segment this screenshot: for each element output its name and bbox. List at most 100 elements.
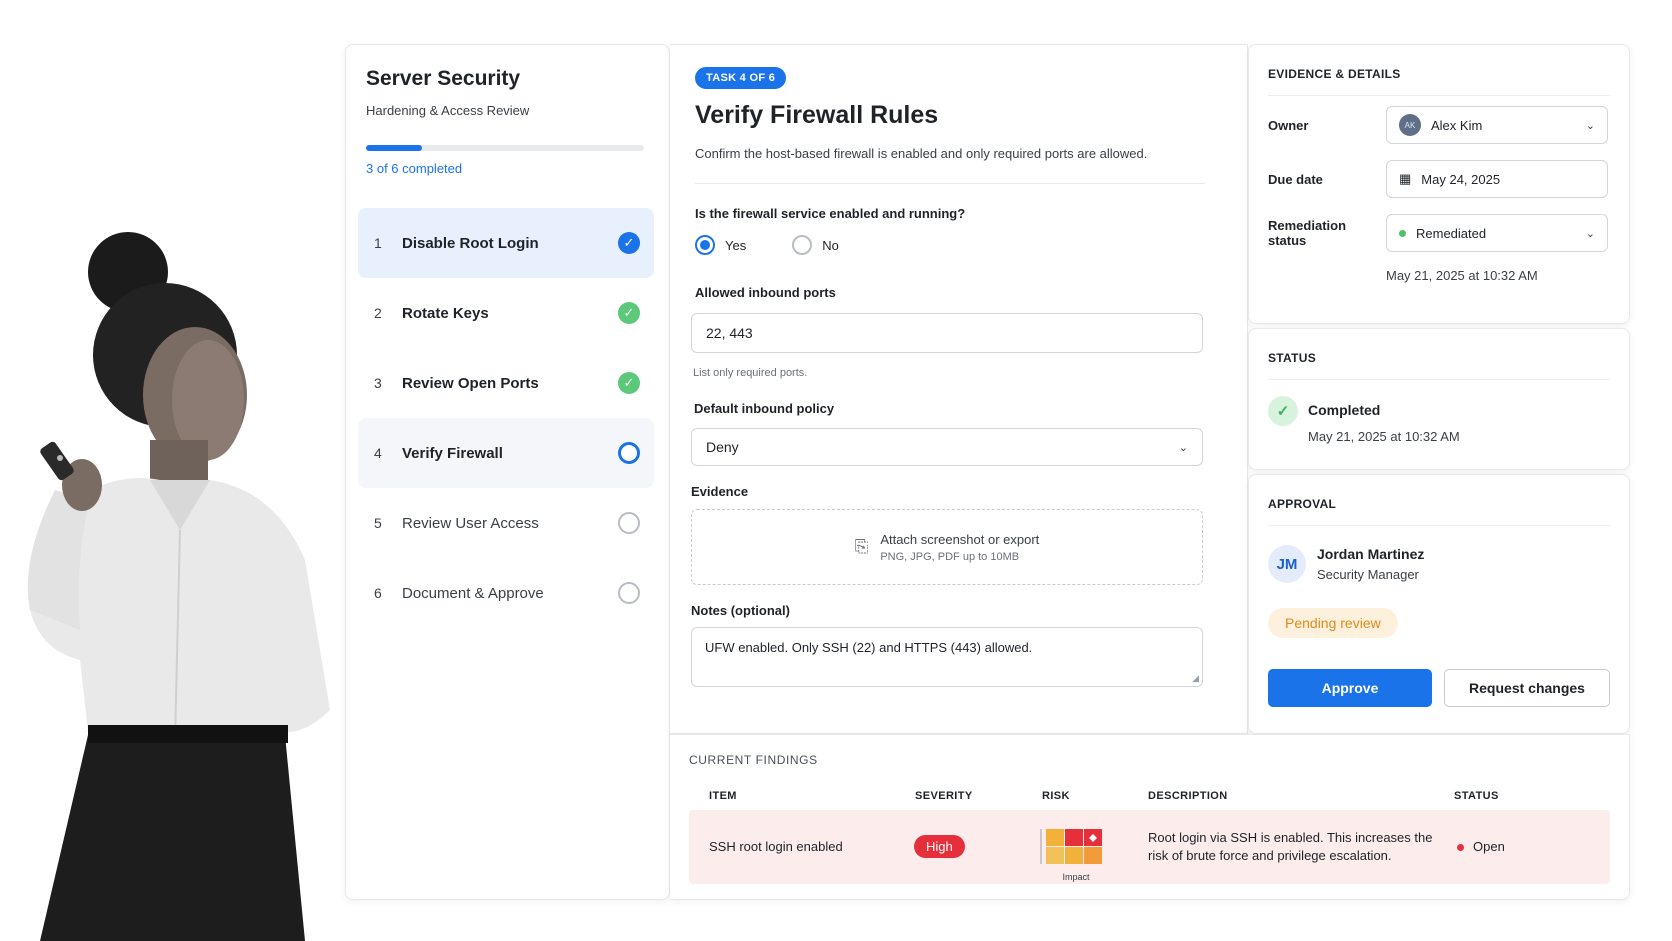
- severity-badge: High: [914, 835, 965, 858]
- task-sidebar: Server Security Hardening & Access Revie…: [345, 44, 670, 900]
- ports-input-value: 22, 443: [706, 325, 753, 341]
- firewall-enabled-question: Is the firewall service enabled and runn…: [695, 206, 966, 221]
- progress-text: 3 of 6 completed: [366, 161, 463, 176]
- task-form: TASK 4 OF 6 Verify Firewall Rules Confir…: [670, 44, 1248, 734]
- request-changes-button[interactable]: Request changes: [1444, 669, 1610, 707]
- column-header-risk: RISK: [1042, 790, 1070, 802]
- chevron-down-icon: ⌄: [1585, 227, 1595, 240]
- step-label: Document & Approve: [402, 584, 544, 602]
- evidence-section-title: EVIDENCE & DETAILS: [1268, 67, 1401, 81]
- radio-unchecked-icon: [792, 235, 813, 255]
- divider: [1268, 525, 1610, 526]
- policy-select[interactable]: Deny ⌄: [691, 428, 1203, 466]
- step-item-disable-root-login[interactable]: 1 Disable Root Login ✓: [358, 208, 654, 278]
- project-title: Server Security: [366, 67, 521, 90]
- project-subtitle: Hardening & Access Review: [366, 103, 530, 118]
- notes-textarea[interactable]: UFW enabled. Only SSH (22) and HTTPS (44…: [691, 627, 1203, 687]
- ports-input[interactable]: 22, 443: [691, 313, 1203, 353]
- finding-item: SSH root login enabled: [709, 839, 843, 854]
- step-label: Verify Firewall: [402, 444, 503, 462]
- step-label: Disable Root Login: [402, 234, 539, 252]
- remediation-timestamp: May 21, 2025 at 10:32 AM: [1386, 268, 1538, 283]
- approver-role: Security Manager: [1317, 567, 1419, 582]
- notes-value: UFW enabled. Only SSH (22) and HTTPS (44…: [705, 640, 1033, 655]
- chevron-down-icon: ⌄: [1178, 441, 1188, 454]
- remediation-value: Remediated: [1416, 225, 1487, 241]
- status-value: Completed: [1308, 402, 1381, 418]
- step-item-review-open-ports[interactable]: 3 Review Open Ports ✓: [358, 348, 654, 418]
- avatar: AK: [1399, 114, 1421, 136]
- step-number: 2: [374, 305, 382, 321]
- due-date-row: Due date ▦ May 24, 2025: [1268, 160, 1610, 198]
- divider: [1268, 95, 1610, 96]
- chevron-down-icon: ⌄: [1585, 119, 1595, 132]
- status-dot-icon: [1399, 229, 1406, 237]
- remediation-select[interactable]: Remediated ⌄: [1386, 214, 1608, 252]
- risk-matrix: Impact: [1034, 827, 1106, 882]
- remediation-row: Remediation status Remediated ⌄: [1268, 214, 1610, 252]
- pending-circle-icon: [618, 582, 640, 604]
- divider: [1268, 379, 1610, 380]
- due-date-value: May 24, 2025: [1421, 171, 1501, 187]
- step-number: 4: [374, 445, 382, 461]
- divider: [695, 183, 1205, 184]
- dropzone-formats: PNG, JPG, PDF up to 10MB: [880, 550, 1020, 563]
- finding-status-value: Open: [1473, 839, 1505, 854]
- status-dot-icon: [1457, 844, 1464, 852]
- progress-bar: [366, 145, 644, 151]
- status-section-title: STATUS: [1268, 351, 1317, 365]
- owner-select[interactable]: AK Alex Kim ⌄: [1386, 106, 1608, 144]
- column-header-severity: SEVERITY: [915, 790, 973, 802]
- check-icon: ✓: [618, 302, 640, 324]
- column-header-status: STATUS: [1454, 790, 1499, 802]
- person-illustration: [27, 232, 330, 941]
- current-findings-panel: CURRENT FINDINGS ITEM SEVERITY RISK DESC…: [670, 734, 1630, 900]
- column-header-item: ITEM: [709, 790, 737, 802]
- approve-button[interactable]: Approve: [1268, 669, 1432, 707]
- policy-select-value: Deny: [706, 439, 739, 455]
- radio-no[interactable]: No: [792, 235, 839, 255]
- ports-label: Allowed inbound ports: [695, 285, 836, 300]
- task-badge: TASK 4 OF 6: [695, 67, 787, 89]
- column-header-description: DESCRIPTION: [1148, 790, 1228, 802]
- page-title: Verify Firewall Rules: [695, 101, 939, 129]
- approval-section-title: APPROVAL: [1268, 497, 1337, 511]
- evidence-details-panel: EVIDENCE & DETAILS Owner AK Alex Kim ⌄ D…: [1248, 44, 1630, 324]
- pending-circle-icon: [618, 512, 640, 534]
- finding-status: Open: [1457, 839, 1505, 854]
- step-label: Review User Access: [402, 514, 539, 532]
- ports-hint: List only required ports.: [693, 367, 808, 379]
- radio-yes[interactable]: Yes: [695, 235, 746, 255]
- risk-axis-label: Impact: [1062, 872, 1090, 882]
- dropzone-text: Attach screenshot or export: [880, 531, 1040, 547]
- status-timestamp: May 21, 2025 at 10:32 AM: [1308, 429, 1460, 444]
- status-badge: Pending review: [1268, 608, 1398, 638]
- owner-label: Owner: [1268, 117, 1309, 133]
- resize-handle-icon[interactable]: ◢: [1192, 673, 1199, 684]
- owner-row: Owner AK Alex Kim ⌄: [1268, 106, 1610, 144]
- check-icon: ✓: [1268, 396, 1298, 426]
- finding-description: Root login via SSH is enabled. This incr…: [1148, 830, 1433, 863]
- progress-fill: [366, 145, 422, 151]
- step-item-review-user-access[interactable]: 5 Review User Access: [358, 488, 654, 558]
- evidence-label: Evidence: [691, 484, 749, 499]
- step-number: 6: [374, 585, 382, 601]
- radio-no-label: No: [822, 237, 839, 253]
- step-number: 5: [374, 515, 382, 531]
- approver-name: Jordan Martinez: [1317, 546, 1425, 562]
- due-date-label: Due date: [1268, 171, 1323, 187]
- due-date-picker[interactable]: ▦ May 24, 2025: [1386, 160, 1608, 198]
- calendar-icon: ▦: [1399, 171, 1412, 186]
- step-item-document-approve[interactable]: 6 Document & Approve: [358, 558, 654, 628]
- step-item-rotate-keys[interactable]: 2 Rotate Keys ✓: [358, 278, 654, 348]
- evidence-dropzone[interactable]: ⎘ Attach screenshot or export PNG, JPG, …: [691, 509, 1203, 585]
- step-label: Review Open Ports: [402, 374, 539, 392]
- current-step-icon: [618, 442, 640, 464]
- findings-title: CURRENT FINDINGS: [689, 753, 818, 767]
- owner-value: Alex Kim: [1431, 117, 1483, 133]
- notes-label: Notes (optional): [691, 603, 790, 618]
- table-row[interactable]: SSH root login enabled High Impact Root …: [689, 810, 1610, 884]
- step-item-verify-firewall[interactable]: 4 Verify Firewall: [358, 418, 654, 488]
- step-number: 1: [374, 235, 382, 251]
- approval-panel: APPROVAL JM Jordan Martinez Security Man…: [1248, 474, 1630, 734]
